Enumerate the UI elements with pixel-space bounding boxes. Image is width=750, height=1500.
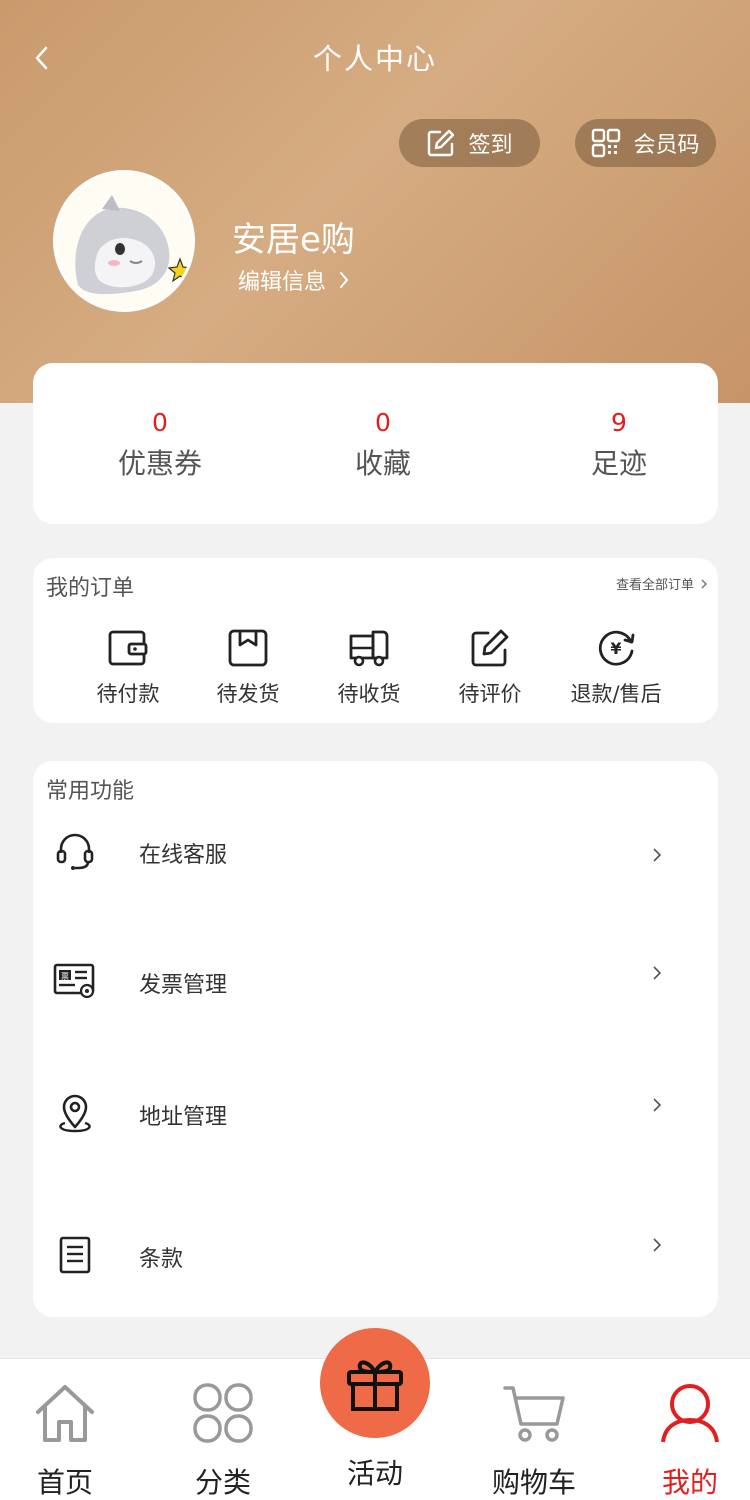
refund-icon: ¥ — [598, 630, 635, 666]
function-online-service-label: 在线客服 — [139, 843, 228, 868]
category-icon — [193, 1383, 253, 1443]
tab-activity-label: 活动 — [346, 1457, 403, 1490]
invoice-icon: 票 — [53, 963, 95, 999]
headset-icon — [56, 833, 94, 870]
footprint-stat[interactable]: 9 足迹 — [519, 408, 719, 482]
function-terms[interactable]: 条款 — [33, 1233, 718, 1323]
view-all-orders-link[interactable]: 查看全部订单 — [616, 574, 708, 593]
chevron-right-icon — [653, 848, 662, 862]
edit-icon — [428, 129, 455, 157]
order-pending-shipment-label: 待发货 — [216, 682, 280, 706]
svg-text:¥: ¥ — [610, 639, 621, 658]
package-icon — [228, 629, 268, 667]
function-invoice-management[interactable]: 票 发票管理 — [33, 959, 718, 1049]
edit-info-label: 编辑信息 — [238, 270, 327, 295]
user-icon — [661, 1384, 719, 1443]
stats-card: 0 优惠券 0 收藏 9 足迹 — [33, 363, 718, 524]
tab-cart-label: 购物车 — [491, 1466, 576, 1499]
functions-title: 常用功能 — [46, 779, 135, 804]
footprint-label: 足迹 — [590, 447, 647, 480]
chevron-right-icon — [340, 272, 349, 288]
orders-title: 我的订单 — [46, 576, 135, 601]
function-invoice-management-label: 发票管理 — [139, 973, 228, 998]
order-pending-review-label: 待评价 — [458, 682, 522, 706]
qrcode-icon — [592, 128, 621, 158]
tab-category-label: 分类 — [194, 1466, 251, 1499]
tab-cart[interactable]: 购物车 — [474, 1381, 594, 1500]
order-pending-review[interactable]: 待评价 — [435, 626, 545, 708]
edit-icon — [471, 629, 509, 667]
location-icon — [59, 1094, 91, 1133]
function-terms-label: 条款 — [139, 1247, 184, 1272]
functions-card: 常用功能 在线客服 票 发票管理 地址管理 条款 — [33, 761, 718, 1317]
tab-activity-button[interactable] — [320, 1328, 430, 1438]
tab-mine[interactable]: 我的 — [630, 1381, 750, 1500]
favorites-stat[interactable]: 0 收藏 — [283, 408, 483, 482]
order-refund-aftersale-label: 退款/售后 — [570, 682, 662, 706]
order-pending-receipt-label: 待收货 — [337, 682, 401, 706]
wallet-icon — [108, 630, 148, 666]
user-name: 安居e购 — [232, 220, 355, 260]
page-title: 个人中心 — [312, 42, 437, 76]
function-online-service[interactable]: 在线客服 — [33, 829, 718, 919]
orders-card: 我的订单 查看全部订单 待付款 待发货 待收货 待评价 ¥ 退款/售后 — [33, 558, 718, 723]
document-icon — [59, 1236, 91, 1274]
svg-text:票: 票 — [61, 972, 69, 981]
truck-icon — [349, 630, 389, 667]
coupon-label: 优惠券 — [117, 447, 202, 480]
order-pending-receipt[interactable]: 待收货 — [314, 626, 424, 708]
function-address-management[interactable]: 地址管理 — [33, 1091, 718, 1181]
chevron-right-icon — [701, 578, 708, 589]
signin-label: 签到 — [468, 133, 513, 158]
member-code-label: 会员码 — [633, 133, 700, 158]
home-icon — [36, 1385, 94, 1442]
tab-mine-label: 我的 — [661, 1466, 718, 1499]
signin-button[interactable]: 签到 — [399, 119, 540, 167]
cart-icon — [503, 1386, 565, 1442]
avatar[interactable] — [53, 170, 195, 312]
order-pending-shipment[interactable]: 待发货 — [193, 626, 303, 708]
footprint-count: 9 — [611, 408, 627, 437]
favorites-count: 0 — [375, 408, 391, 437]
order-pending-payment-label: 待付款 — [96, 682, 160, 706]
order-pending-payment[interactable]: 待付款 — [73, 626, 183, 708]
order-refund-aftersale[interactable]: ¥ 退款/售后 — [560, 626, 672, 708]
function-address-management-label: 地址管理 — [139, 1105, 228, 1130]
hamster-avatar-image — [56, 173, 192, 309]
view-all-orders-label: 查看全部订单 — [615, 578, 694, 593]
chevron-right-icon — [653, 966, 662, 980]
gift-icon — [347, 1360, 403, 1411]
tab-category[interactable]: 分类 — [163, 1381, 283, 1500]
coupon-stat[interactable]: 0 优惠券 — [60, 408, 260, 482]
favorites-label: 收藏 — [354, 447, 411, 480]
member-code-button[interactable]: 会员码 — [575, 119, 716, 167]
tab-home[interactable]: 首页 — [5, 1381, 125, 1500]
tab-home-label: 首页 — [36, 1466, 93, 1499]
chevron-right-icon — [653, 1238, 662, 1252]
chevron-right-icon — [653, 1098, 662, 1112]
edit-info-link[interactable]: 编辑信息 — [238, 264, 350, 296]
coupon-count: 0 — [152, 408, 168, 437]
